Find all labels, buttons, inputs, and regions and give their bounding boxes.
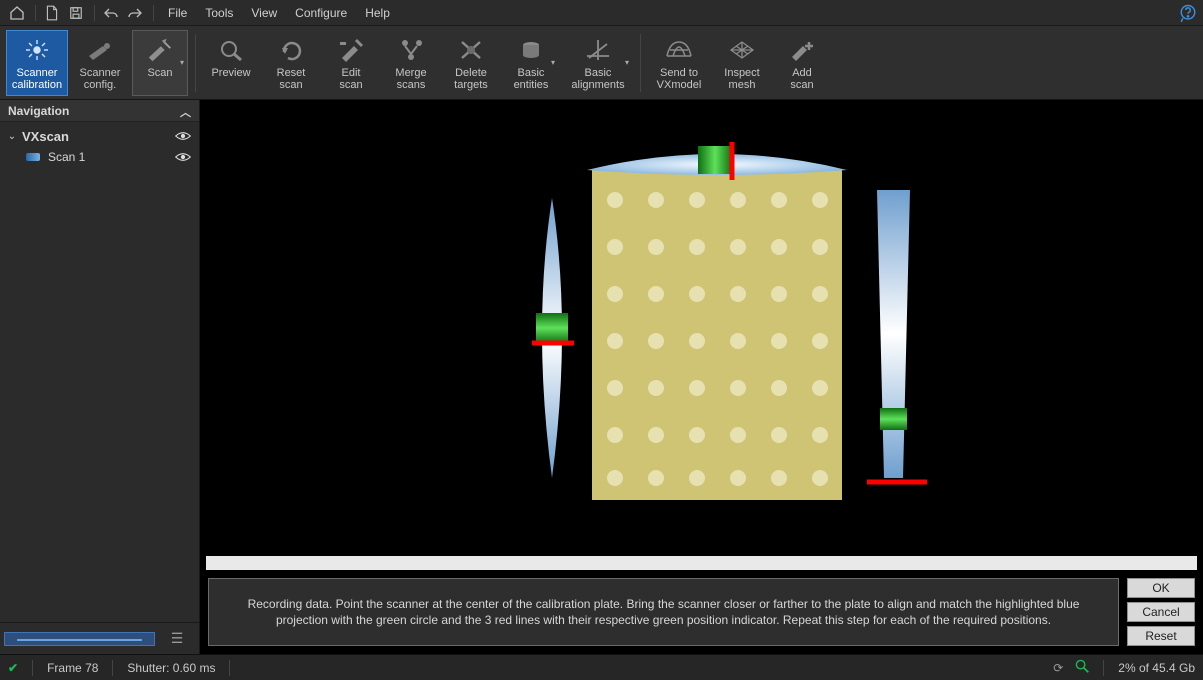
basic-alignments-label: Basic alignments [571,67,624,91]
scan-label: Scan [147,67,172,79]
scan-item-icon [26,153,40,161]
basic-alignments-icon [583,35,613,65]
add-scan-icon [787,35,817,65]
menu-tools[interactable]: Tools [196,3,242,23]
cancel-button[interactable]: Cancel [1127,602,1195,622]
navigation-title: Navigation [8,104,69,118]
tree-item-scan1[interactable]: Scan 1 [0,147,199,167]
right-green-indicator [880,408,907,430]
scanner-calibration-icon [22,35,52,65]
basic-entities-icon [516,35,546,65]
ribbon-toolbar: Scanner calibration Scanner config. Scan… [0,26,1203,100]
chevron-down-icon: ▾ [625,57,629,69]
undo-icon[interactable] [100,2,122,24]
chevron-down-icon: ▾ [180,57,184,69]
preview-button[interactable]: Preview [203,30,259,96]
right-lens-indicator [877,190,910,478]
instruction-text-box: Recording data. Point the scanner at the… [208,578,1119,646]
basic-entities-button[interactable]: Basic entities ▾ [503,30,559,96]
basic-alignments-button[interactable]: Basic alignments ▾ [563,30,633,96]
delete-targets-icon [456,35,486,65]
status-memory: 2% of 45.4 Gb [1118,661,1195,675]
scanner-calibration-label: Scanner calibration [12,67,62,91]
inspect-mesh-icon [727,35,757,65]
calibration-graphic [422,128,982,528]
list-view-icon[interactable]: ☰ [159,631,195,647]
status-frame: Frame 78 [47,661,98,675]
status-shutter: Shutter: 0.60 ms [127,661,215,675]
visibility-eye-icon[interactable] [175,150,191,166]
reset-button[interactable]: Reset [1127,626,1195,646]
inspect-mesh-button[interactable]: Inspect mesh [714,30,770,96]
collapse-chevron-icon[interactable]: ︿ [180,104,191,120]
tree-root-vxscan[interactable]: ⌄ VXscan [0,126,199,147]
help-bubble-icon[interactable] [1179,4,1197,22]
scanner-config-label: Scanner config. [80,67,121,91]
send-to-vxmodel-label: Send to VXmodel [657,67,702,91]
reset-scan-icon [276,35,306,65]
navigation-header[interactable]: Navigation ︿ [0,100,199,122]
delete-targets-label: Delete targets [454,67,488,91]
navigation-panel: Navigation ︿ ⌄ VXscan Scan 1 ☰ [0,100,200,654]
chevron-down-icon: ▾ [551,57,555,69]
add-scan-label: Add scan [790,67,813,91]
left-green-indicator [536,313,568,343]
ok-button[interactable]: OK [1127,578,1195,598]
instruction-text: Recording data. Point the scanner at the… [227,596,1100,628]
delete-targets-button[interactable]: Delete targets [443,30,499,96]
top-green-indicator [698,146,732,174]
preview-label: Preview [211,67,250,79]
visibility-eye-icon[interactable] [175,129,191,145]
menu-view[interactable]: View [242,3,286,23]
menu-configure[interactable]: Configure [286,3,356,23]
merge-scans-button[interactable]: Merge scans [383,30,439,96]
send-to-vxmodel-button[interactable]: Send to VXmodel [648,30,710,96]
nav-bottom-switcher: ☰ [0,622,199,654]
scanner-config-icon [85,35,115,65]
scrub-bar[interactable] [206,556,1197,570]
preview-icon [216,35,246,65]
save-icon[interactable] [65,2,87,24]
zoom-icon[interactable] [1075,659,1089,676]
inspect-mesh-label: Inspect mesh [724,67,759,91]
scan-icon [145,35,175,65]
nav-thumb[interactable] [4,632,155,646]
redo-icon[interactable] [124,2,146,24]
tree-twisty-icon[interactable]: ⌄ [6,131,18,142]
edit-scan-button[interactable]: Edit scan [323,30,379,96]
add-scan-button[interactable]: Add scan [774,30,830,96]
calibration-plate [592,170,842,500]
refresh-icon[interactable]: ⟳ [1053,661,1063,675]
scanner-config-button[interactable]: Scanner config. [72,30,128,96]
status-bar: ✔ Frame 78 Shutter: 0.60 ms ⟳ 2% of 45.4… [0,654,1203,680]
scanner-calibration-button[interactable]: Scanner calibration [6,30,68,96]
scan-button[interactable]: Scan ▾ [132,30,188,96]
edit-scan-icon [336,35,366,65]
home-icon[interactable] [6,2,28,24]
send-to-vxmodel-icon [664,35,694,65]
edit-scan-label: Edit scan [339,67,362,91]
status-ok-icon: ✔ [8,661,18,675]
reset-scan-button[interactable]: Reset scan [263,30,319,96]
top-menubar: File Tools View Configure Help [0,0,1203,26]
reset-scan-label: Reset scan [277,67,306,91]
menu-help[interactable]: Help [356,3,399,23]
merge-scans-icon [396,35,426,65]
menu-file[interactable]: File [159,3,196,23]
basic-entities-label: Basic entities [514,67,549,91]
calibration-viewport[interactable] [200,100,1203,556]
tree-item-label: Scan 1 [48,150,193,164]
new-file-icon[interactable] [41,2,63,24]
merge-scans-label: Merge scans [395,67,426,91]
navigation-tree: ⌄ VXscan Scan 1 [0,122,199,622]
tree-root-label: VXscan [22,129,193,144]
